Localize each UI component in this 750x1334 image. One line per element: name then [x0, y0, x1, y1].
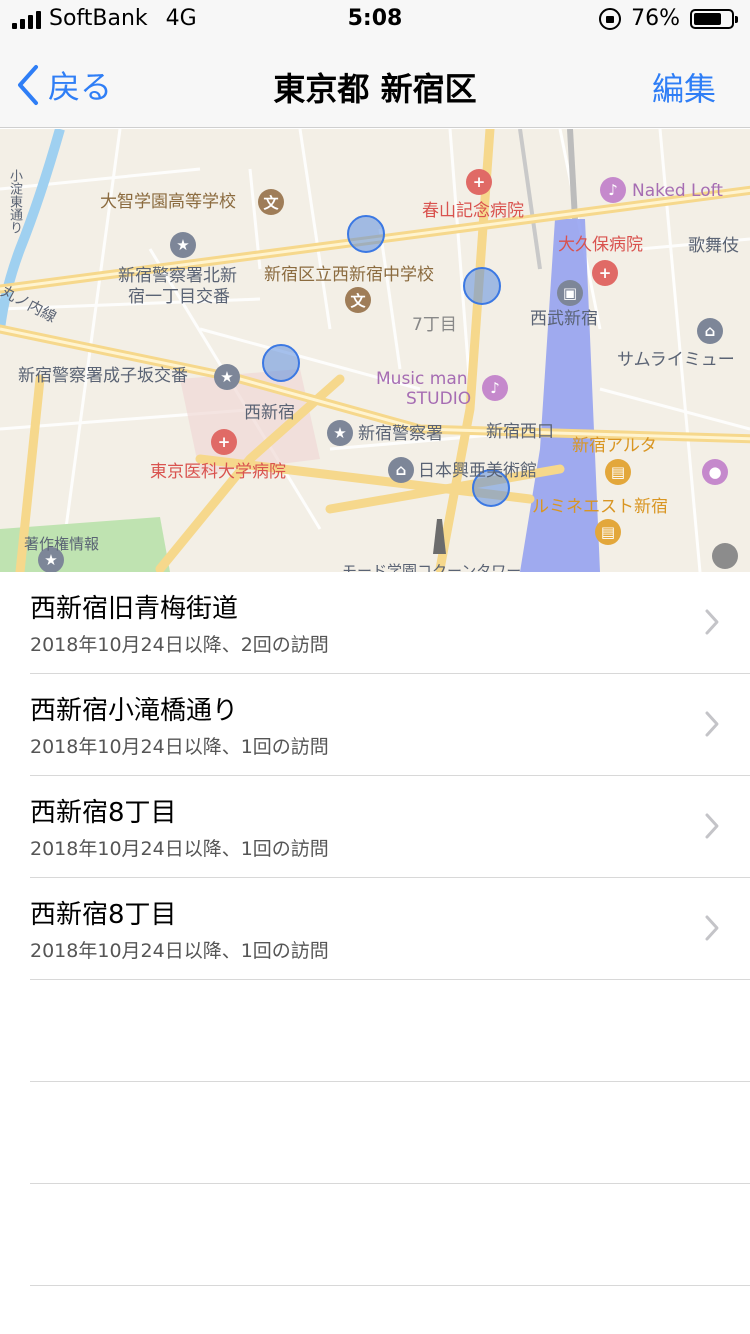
visit-subtitle: 2018年10月24日以降、2回の訪問: [30, 634, 329, 656]
map-label: 小淀東通り: [6, 169, 22, 234]
map-label: 新宿区立西新宿中学校: [264, 265, 434, 285]
list-item[interactable]: 西新宿8丁目 2018年10月24日以降、1回の訪問: [30, 776, 750, 878]
visit-subtitle: 2018年10月24日以降、1回の訪問: [30, 838, 329, 860]
page-title: 東京都 新宿区: [273, 70, 477, 108]
map-label: Music man: [376, 369, 468, 389]
empty-row-separator: [30, 980, 750, 1082]
school-pin-icon[interactable]: 文: [345, 287, 371, 313]
map-label: STUDIO: [406, 389, 472, 409]
status-bar: SoftBank 4G 5:08 76%: [0, 0, 750, 40]
map-label: 日本興亜美術館: [418, 461, 537, 481]
visit-title: 西新宿小滝橋通り: [30, 696, 239, 726]
rotation-lock-icon: [599, 7, 622, 30]
cinema-pin-icon[interactable]: ●: [702, 459, 728, 485]
music-pin-icon[interactable]: ♪: [482, 375, 508, 401]
chevron-right-icon: [705, 813, 719, 839]
police-pin-icon[interactable]: ★: [170, 232, 196, 258]
visit-title: 西新宿旧青梅街道: [30, 594, 239, 624]
map-label: 新宿警察署: [358, 424, 443, 444]
visit-location-marker[interactable]: [347, 215, 385, 253]
hospital-pin-icon[interactable]: +: [211, 429, 237, 455]
navigation-bar: 戻る 東京都 新宿区 編集: [0, 40, 750, 128]
empty-row-separator: [30, 1082, 750, 1184]
visit-list: 西新宿旧青梅街道 2018年10月24日以降、2回の訪問 西新宿小滝橋通り 20…: [0, 572, 750, 1286]
chevron-right-icon: [705, 711, 719, 737]
visit-location-marker[interactable]: [463, 267, 501, 305]
map-label: Naked Loft: [632, 181, 723, 201]
visit-title: 西新宿8丁目: [30, 900, 177, 930]
battery-percent: 76%: [631, 6, 680, 31]
visit-location-marker[interactable]: [262, 344, 300, 382]
museum-pin-icon[interactable]: ⌂: [697, 318, 723, 344]
empty-row-separator: [30, 1184, 750, 1286]
map-label: 宿一丁目交番: [128, 287, 230, 307]
map-label: 歌舞伎: [688, 236, 739, 256]
police-pin-icon[interactable]: ★: [327, 420, 353, 446]
visit-subtitle: 2018年10月24日以降、1回の訪問: [30, 736, 329, 758]
status-right: 76%: [599, 6, 738, 31]
hospital-pin-icon[interactable]: +: [592, 260, 618, 286]
map-label: ルミネエスト新宿: [532, 497, 668, 517]
shopping-pin-icon[interactable]: ▤: [595, 519, 621, 545]
list-item[interactable]: 西新宿旧青梅街道 2018年10月24日以降、2回の訪問: [30, 572, 750, 674]
map-label: 新宿アルタ: [572, 436, 657, 456]
map-label: 春山記念病院: [422, 201, 524, 221]
hospital-pin-icon[interactable]: +: [466, 169, 492, 195]
map-label: 7丁目: [412, 315, 457, 335]
train-pin-icon[interactable]: ▣: [557, 280, 583, 306]
museum-pin-icon[interactable]: ⌂: [388, 457, 414, 483]
map-attribution-link[interactable]: 著作権情報: [24, 535, 99, 553]
visit-title: 西新宿8丁目: [30, 798, 177, 828]
map-label: 西新宿: [244, 403, 295, 423]
map-label: 大久保病院: [558, 235, 643, 255]
apple-maps-logo-icon: [712, 543, 738, 569]
visit-subtitle: 2018年10月24日以降、1回の訪問: [30, 940, 329, 962]
edit-button[interactable]: 編集: [652, 64, 716, 110]
list-item[interactable]: 西新宿小滝橋通り 2018年10月24日以降、1回の訪問: [30, 674, 750, 776]
map-label: 新宿西口: [486, 422, 554, 442]
school-pin-icon[interactable]: 文: [258, 189, 284, 215]
police-pin-icon[interactable]: ★: [214, 364, 240, 390]
chevron-right-icon: [705, 609, 719, 635]
music-pin-icon[interactable]: ♪: [600, 177, 626, 203]
chevron-right-icon: [705, 915, 719, 941]
shopping-pin-icon[interactable]: ▤: [605, 459, 631, 485]
map-label: 東京医科大学病院: [150, 462, 286, 482]
list-item[interactable]: 西新宿8丁目 2018年10月24日以降、1回の訪問: [30, 878, 750, 980]
map-label: サムライミュー: [617, 350, 735, 370]
map-view[interactable]: 文 + ♪ ★ + 文 ▣ ⌂ ★ ♪ ★ + ⌂ ▤ ● ▤ ★ 大智学園高等…: [0, 129, 750, 572]
map-label: 大智学園高等学校: [100, 192, 236, 212]
map-label: 新宿警察署北新: [118, 266, 237, 286]
map-label: 西武新宿: [530, 309, 598, 329]
map-label: モード学園コクーンタワー: [342, 562, 522, 572]
battery-icon: [690, 8, 738, 29]
map-label: 新宿警察署成子坂交番: [18, 366, 188, 386]
